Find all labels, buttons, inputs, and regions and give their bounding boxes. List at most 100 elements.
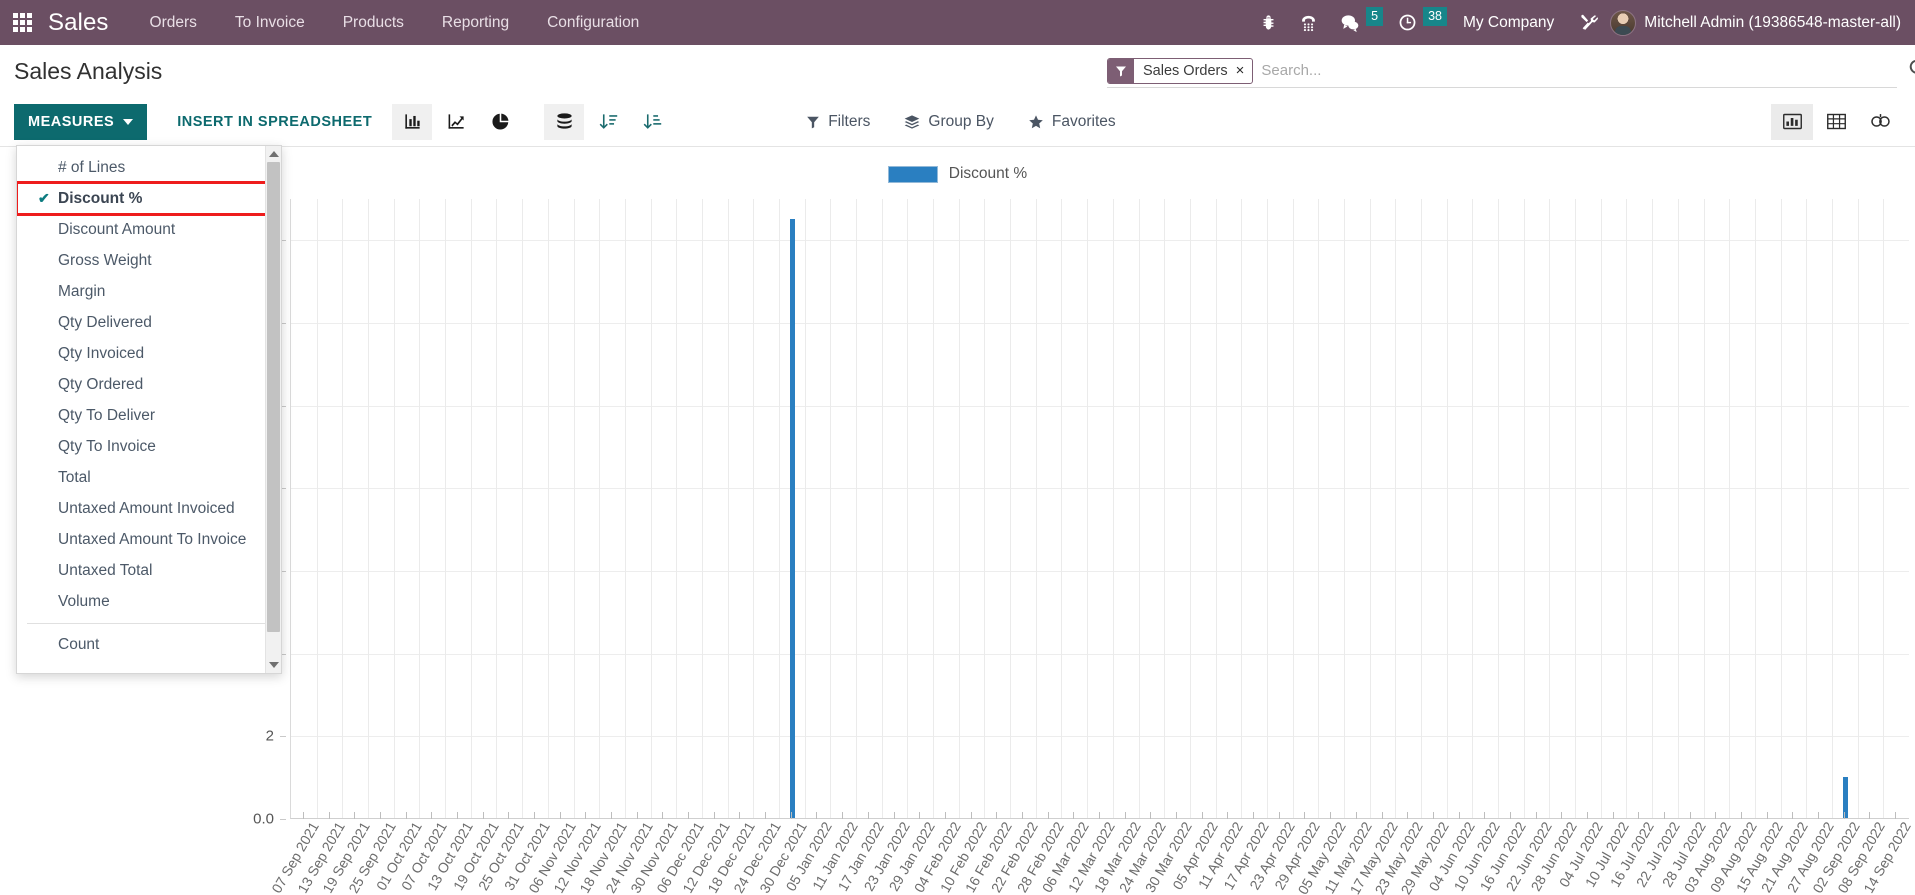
chart-gridline-v xyxy=(1652,199,1654,818)
x-axis-tick-mark xyxy=(893,812,895,819)
x-axis-tick-mark xyxy=(1715,812,1717,819)
chart-gridline-v xyxy=(522,199,524,818)
chart-gridline-v xyxy=(958,199,960,818)
user-menu[interactable]: Mitchell Admin (19386548-master-all) xyxy=(1608,9,1903,36)
x-axis-tick-mark xyxy=(431,812,433,819)
chart-gridline-v xyxy=(1523,199,1525,818)
bug-icon[interactable] xyxy=(1248,0,1288,45)
filters-button[interactable]: Filters xyxy=(792,104,884,140)
group-by-button[interactable]: Group By xyxy=(890,104,1007,140)
messages-icon[interactable] xyxy=(1330,0,1370,45)
x-axis-tick-mark xyxy=(1792,812,1794,819)
measure-item-total[interactable]: Total xyxy=(17,462,281,493)
control-panel-top: Sales Analysis Sales Orders × xyxy=(0,45,1915,97)
measure-item-margin[interactable]: Margin xyxy=(17,276,281,307)
measures-button[interactable]: MEASURES xyxy=(14,103,148,140)
x-axis-tick-mark xyxy=(533,812,535,819)
measure-item-untaxed-amount-to-invoice[interactable]: Untaxed Amount To Invoice xyxy=(17,524,281,555)
measure-item-qty-delivered[interactable]: Qty Delivered xyxy=(17,307,281,338)
y-axis-tick-label: 2 xyxy=(265,727,274,745)
measure-item-qty-to-invoice[interactable]: Qty To Invoice xyxy=(17,431,281,462)
nav-reporting[interactable]: Reporting xyxy=(423,0,528,45)
sort-ascending-icon[interactable] xyxy=(632,104,672,140)
nav-configuration[interactable]: Configuration xyxy=(528,0,658,45)
chart-gridline-h xyxy=(291,323,1909,324)
measure-item-untaxed-amount-invoiced[interactable]: Untaxed Amount Invoiced xyxy=(17,493,281,524)
activities-clock-icon[interactable] xyxy=(1387,0,1427,45)
cohort-view-icon[interactable] xyxy=(1859,104,1901,140)
stacked-database-icon[interactable] xyxy=(544,103,585,140)
app-brand-sales[interactable]: Sales xyxy=(44,9,131,37)
x-axis-tick-mark xyxy=(1227,812,1229,819)
nav-to-invoice[interactable]: To Invoice xyxy=(216,0,324,45)
scrollbar-track[interactable] xyxy=(266,162,282,657)
x-axis-tick-mark xyxy=(508,812,510,819)
pie-chart-icon[interactable] xyxy=(480,104,520,140)
navbar-systray: 5 38 My Company Mitchell Admin (19386548… xyxy=(1248,0,1915,45)
measure-item-discount[interactable]: ✔ Discount % xyxy=(17,181,281,216)
chart-gridline-v xyxy=(1318,199,1320,818)
sort-descending-icon[interactable] xyxy=(588,104,628,140)
bar-chart-icon[interactable] xyxy=(392,103,433,140)
search-facet-sales-orders[interactable]: Sales Orders × xyxy=(1107,57,1254,84)
scrollbar-thumb[interactable] xyxy=(266,162,280,632)
company-switcher[interactable]: My Company xyxy=(1449,14,1568,32)
measure-item-qty-invoiced[interactable]: Qty Invoiced xyxy=(17,338,281,369)
x-axis-tick-mark xyxy=(1509,812,1511,819)
legend-swatch-discount[interactable] xyxy=(887,165,938,183)
x-axis-tick-mark xyxy=(713,812,715,819)
chart-gridline-v xyxy=(676,199,678,818)
measure-item-count[interactable]: Count xyxy=(17,629,281,660)
chart-gridline-h xyxy=(291,653,1909,655)
measure-item-qty-to-deliver[interactable]: Qty To Deliver xyxy=(17,400,281,431)
facet-remove-icon[interactable]: × xyxy=(1236,63,1245,78)
measures-scrollbar[interactable] xyxy=(265,146,281,673)
favorites-button[interactable]: Favorites xyxy=(1014,104,1130,140)
x-axis-tick-mark xyxy=(1689,812,1691,819)
chart-gridline-v xyxy=(316,199,318,818)
x-axis-tick-mark xyxy=(765,812,767,819)
chart-plot-area xyxy=(290,199,1909,819)
chart-bar[interactable] xyxy=(789,218,795,818)
graph-view: Discount % 0.02468101214 07 Sep 202113 S… xyxy=(0,147,1915,895)
measure-item-label: Qty Invoiced xyxy=(58,344,145,362)
view-switcher xyxy=(1771,103,1901,140)
x-axis-tick-mark xyxy=(1355,812,1357,819)
page-title: Sales Analysis xyxy=(14,57,163,84)
tools-icon[interactable] xyxy=(1568,0,1608,45)
control-panel: Sales Analysis Sales Orders × MEASURES I… xyxy=(0,45,1915,147)
scroll-down-arrow-icon[interactable] xyxy=(266,657,282,673)
measure-item-discount-amount[interactable]: Discount Amount xyxy=(17,214,281,245)
graph-view-icon[interactable] xyxy=(1771,103,1813,140)
measure-item-label: Qty Ordered xyxy=(58,375,144,393)
dialpad-icon[interactable] xyxy=(1288,0,1328,45)
chart-gridline-v xyxy=(753,199,755,818)
line-chart-icon[interactable] xyxy=(436,104,476,140)
measure-item-gross-weight[interactable]: Gross Weight xyxy=(17,245,281,276)
nav-orders[interactable]: Orders xyxy=(131,0,216,45)
measure-item-qty-ordered[interactable]: Qty Ordered xyxy=(17,369,281,400)
chart-gridline-v xyxy=(1421,199,1423,818)
measure-item-label: Qty To Invoice xyxy=(58,437,156,455)
chart-gridline-v xyxy=(701,199,703,818)
measure-item-untaxed-total[interactable]: Untaxed Total xyxy=(17,555,281,586)
x-axis-tick-mark xyxy=(919,812,921,819)
pivot-view-icon[interactable] xyxy=(1815,104,1857,140)
chart-gridline-v xyxy=(419,199,421,818)
x-axis-tick-mark xyxy=(816,812,818,819)
measure-item-of-lines[interactable]: # of Lines xyxy=(17,152,281,183)
measure-item-volume[interactable]: Volume xyxy=(17,586,281,617)
nav-products[interactable]: Products xyxy=(324,0,423,45)
search-input[interactable] xyxy=(1253,62,1897,79)
x-axis-tick-mark xyxy=(1432,812,1434,819)
x-axis-tick-mark xyxy=(1381,812,1383,819)
chart-gridline-v xyxy=(470,199,472,818)
chart-gridline-v xyxy=(907,199,909,818)
messages-systray[interactable]: 5 xyxy=(1328,0,1385,45)
apps-grid-icon[interactable] xyxy=(0,0,44,45)
activities-systray[interactable]: 38 xyxy=(1385,0,1449,45)
search-icon[interactable] xyxy=(1908,58,1915,84)
scroll-up-arrow-icon[interactable] xyxy=(266,146,282,162)
insert-in-spreadsheet-button[interactable]: INSERT IN SPREADSHEET xyxy=(161,104,388,140)
x-axis-tick-mark xyxy=(739,812,741,819)
